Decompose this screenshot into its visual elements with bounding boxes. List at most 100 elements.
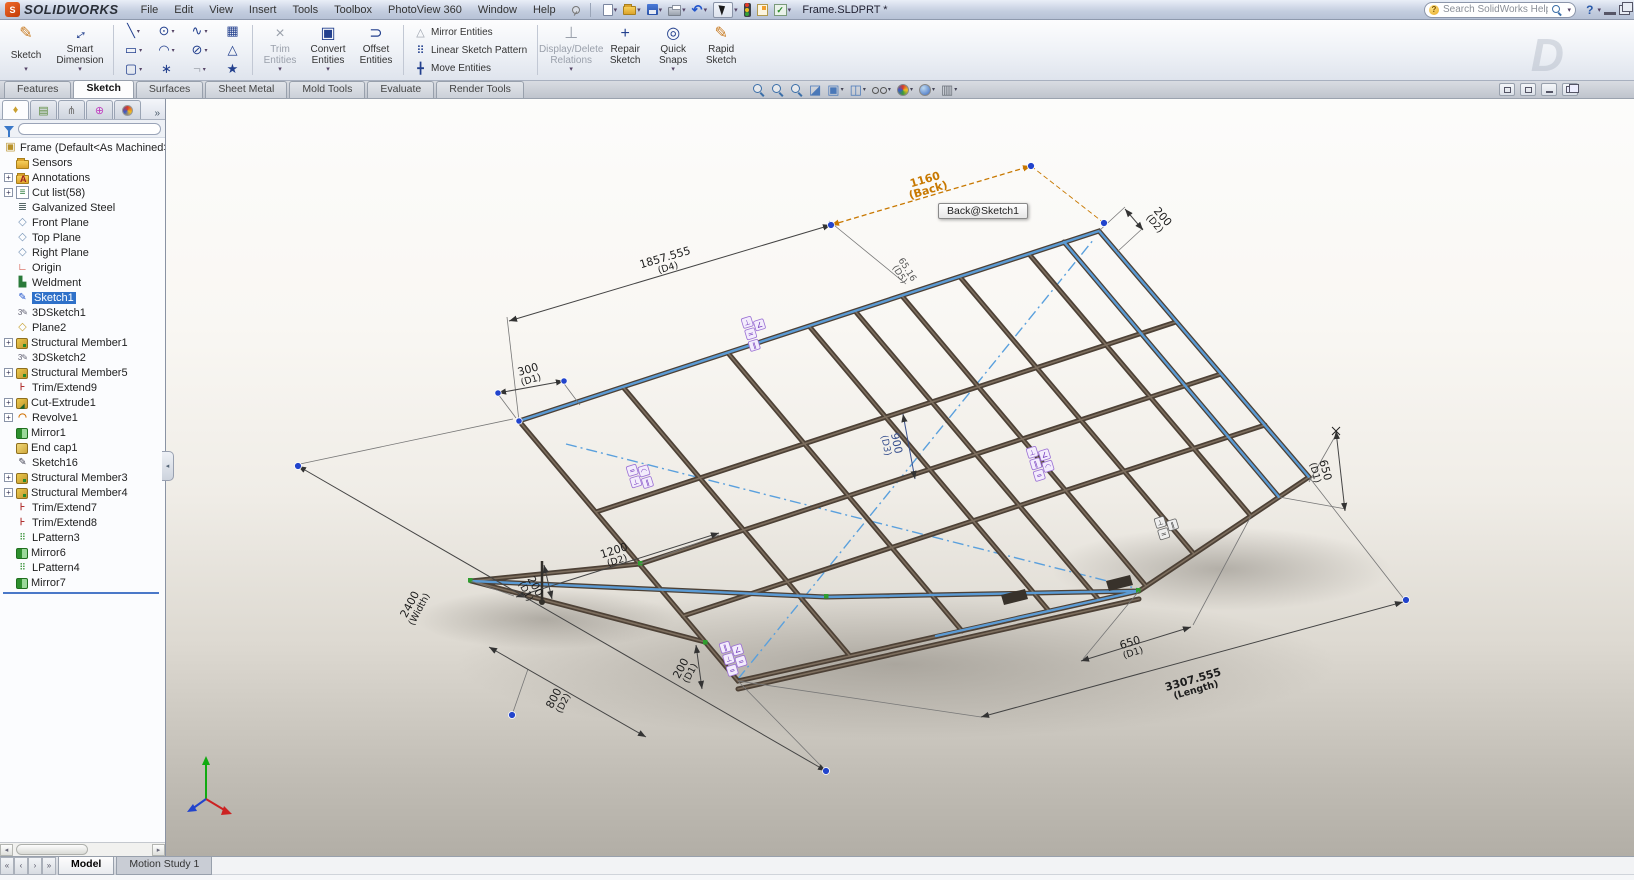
tree-item-3dsketch1[interactable]: 3DSketch1	[0, 305, 165, 320]
linear-sketch-pattern-button[interactable]: ⠿Linear Sketch Pattern	[411, 43, 530, 58]
tab-mold-tools[interactable]: Mold Tools	[289, 81, 365, 98]
filter-funnel-icon[interactable]	[4, 126, 14, 132]
quick-snaps-button[interactable]: ◎ Quick Snaps ▾	[649, 21, 697, 79]
tree-item-structural-member5[interactable]: +Structural Member5	[0, 365, 165, 380]
tree-item-cut-extrude1[interactable]: +Cut-Extrude1	[0, 395, 165, 410]
help-dropdown-icon[interactable]: ▾	[1597, 6, 1601, 14]
point-tool-button[interactable]: ∗	[150, 60, 183, 79]
dimxpert-manager-tab[interactable]: ⊕	[86, 100, 113, 119]
previous-study-button[interactable]: ‹	[14, 857, 28, 875]
next-study-button[interactable]: ›	[28, 857, 42, 875]
save-button[interactable]: ▾	[645, 2, 665, 18]
tree-item-structural-member1[interactable]: +Structural Member1	[0, 335, 165, 350]
star-tool-button[interactable]: ★	[216, 60, 249, 79]
tree-item-structural-member4[interactable]: +Structural Member4	[0, 485, 165, 500]
offset-entities-button[interactable]: ⊃ Offset Entities	[352, 21, 400, 79]
doc-minimize-button[interactable]	[1541, 83, 1557, 96]
trim-entities-button[interactable]: × Trim Entities ▾	[256, 21, 304, 79]
tree-item-revolve1[interactable]: +Revolve1	[0, 410, 165, 425]
move-entities-button[interactable]: ╋Move Entities	[411, 61, 530, 76]
tree-filter-input[interactable]	[18, 123, 161, 135]
fillet-tool-button[interactable]: ¬▾	[183, 60, 216, 79]
minimize-button[interactable]	[1604, 12, 1616, 15]
panel-collapse-handle[interactable]: ◂	[162, 451, 174, 481]
tree-item-trim-extend9[interactable]: Trim/Extend9	[0, 380, 165, 395]
feature-tree-tab[interactable]: ♦	[2, 100, 29, 119]
previous-view-button[interactable]	[790, 83, 803, 96]
menu-help[interactable]: Help	[525, 2, 564, 18]
configuration-manager-tab[interactable]: ⋔	[58, 100, 85, 119]
dimension-d5[interactable]: 65.16(D5)	[888, 256, 918, 288]
chevron-down-icon[interactable]: ▾	[326, 66, 330, 74]
menu-photoview[interactable]: PhotoView 360	[380, 2, 470, 18]
tree-item-mirror1[interactable]: Mirror1	[0, 425, 165, 440]
rebuild-button[interactable]	[742, 2, 753, 18]
tree-item-front-plane[interactable]: Front Plane	[0, 215, 165, 230]
display-manager-tab[interactable]	[114, 100, 141, 119]
tab-features[interactable]: Features	[4, 81, 71, 98]
display-style-button[interactable]: ◫▾	[850, 82, 866, 97]
menu-insert[interactable]: Insert	[241, 2, 285, 18]
menu-file[interactable]: File	[133, 2, 167, 18]
tree-item-top-plane[interactable]: Top Plane	[0, 230, 165, 245]
tree-item-mirror6[interactable]: Mirror6	[0, 545, 165, 560]
more-tabs-button[interactable]: »	[151, 108, 163, 119]
menu-edit[interactable]: Edit	[166, 2, 201, 18]
print-button[interactable]: ▾	[666, 2, 688, 18]
tab-sheet-metal[interactable]: Sheet Metal	[205, 81, 287, 98]
doc-restore-button[interactable]	[1499, 83, 1515, 96]
property-manager-tab[interactable]: ▤	[30, 100, 57, 119]
tab-evaluate[interactable]: Evaluate	[367, 81, 434, 98]
convert-entities-button[interactable]: ▣ Convert Entities ▾	[304, 21, 352, 79]
tree-item-structural-member3[interactable]: +Structural Member3	[0, 470, 165, 485]
tab-surfaces[interactable]: Surfaces	[136, 81, 203, 98]
tab-sketch[interactable]: Sketch	[73, 80, 133, 98]
line-tool-button[interactable]: ╲▾	[117, 22, 150, 41]
zoom-to-fit-button[interactable]	[752, 83, 765, 96]
doc-restore-2-button[interactable]	[1520, 83, 1536, 96]
last-study-button[interactable]: »	[42, 857, 56, 875]
tree-item-material[interactable]: Galvanized Steel	[0, 200, 165, 215]
smart-dimension-button[interactable]: ↔ Smart Dimension ▾	[50, 21, 110, 79]
circle-tool-button[interactable]: ⊙▾	[150, 22, 183, 41]
chevron-down-icon[interactable]: ▾	[278, 66, 282, 74]
tree-item-root[interactable]: Frame (Default<As Machined><	[0, 140, 165, 155]
tree-item-cut-list[interactable]: +Cut list(58)	[0, 185, 165, 200]
new-document-button[interactable]: ▾	[601, 2, 620, 18]
chevron-down-icon[interactable]: ▾	[569, 66, 573, 74]
tree-item-3dsketch2[interactable]: 3DSketch2	[0, 350, 165, 365]
tree-item-weldment[interactable]: Weldment	[0, 275, 165, 290]
section-view-button[interactable]: ◪	[809, 82, 821, 97]
tree-item-trim-extend8[interactable]: Trim/Extend8	[0, 515, 165, 530]
tree-item-sketch1[interactable]: Sketch1	[0, 290, 165, 305]
repair-sketch-button[interactable]: + Repair Sketch	[601, 21, 649, 79]
scrollbar-thumb[interactable]	[16, 844, 88, 855]
tree-item-end-cap1[interactable]: End cap1	[0, 440, 165, 455]
tree-item-right-plane[interactable]: Right Plane	[0, 245, 165, 260]
doc-cascade-button[interactable]	[1562, 83, 1578, 96]
sketch-button[interactable]: ✎ Sketch ▾	[2, 21, 50, 79]
slot-tool-button[interactable]: ▢▾	[117, 60, 150, 79]
ellipse-tool-button[interactable]: ⊘▾	[183, 41, 216, 60]
tab-render-tools[interactable]: Render Tools	[436, 81, 524, 98]
menu-tools[interactable]: Tools	[284, 2, 326, 18]
zoom-to-area-button[interactable]	[771, 83, 784, 96]
select-tool-button[interactable]: ▾	[711, 2, 740, 18]
options-button[interactable]: ✓▾	[772, 2, 794, 18]
rollback-bar[interactable]	[3, 592, 159, 594]
arc-tool-button[interactable]: ◠▾	[150, 41, 183, 60]
menu-toolbox[interactable]: Toolbox	[326, 2, 380, 18]
menu-window[interactable]: Window	[470, 2, 525, 18]
chevron-down-icon[interactable]: ▾	[671, 66, 675, 74]
dimension-d4[interactable]: 1857.555(D4)	[509, 225, 831, 321]
help-button[interactable]: ?	[1586, 3, 1593, 17]
chevron-down-icon[interactable]: ▾	[78, 66, 82, 74]
tree-item-trim-extend7[interactable]: Trim/Extend7	[0, 500, 165, 515]
tree-item-lpattern3[interactable]: LPattern3	[0, 530, 165, 545]
graphics-viewport[interactable]: 1857.555(D4) 1160(Back) 300(D1) 200(D2)	[166, 99, 1634, 856]
tree-item-plane2[interactable]: Plane2	[0, 320, 165, 335]
tree-item-sketch16[interactable]: Sketch16	[0, 455, 165, 470]
model-scene[interactable]: 1857.555(D4) 1160(Back) 300(D1) 200(D2)	[166, 99, 1634, 855]
motion-study-tab[interactable]: Motion Study 1	[116, 857, 212, 875]
dimension-200-top[interactable]: 200(D2)	[1125, 205, 1174, 236]
